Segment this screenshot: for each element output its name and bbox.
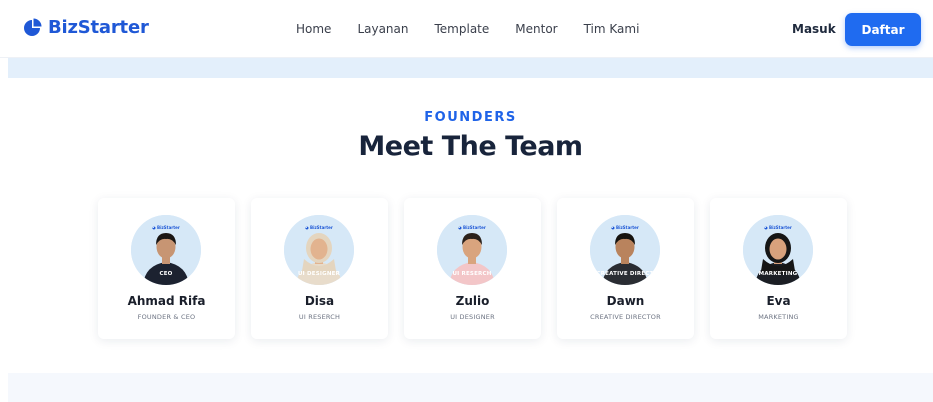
svg-text:◕ BizStarter: ◕ BizStarter: [305, 225, 333, 230]
member-name: Zulio: [455, 294, 490, 308]
login-link[interactable]: Masuk: [792, 22, 836, 36]
nav-link-mentor[interactable]: Mentor: [515, 22, 557, 36]
member-name: Eva: [766, 294, 791, 308]
svg-text:◕ BizStarter: ◕ BizStarter: [611, 225, 639, 230]
avatar-role-badge: UI DESIGNER: [297, 271, 341, 277]
member-name: Disa: [304, 294, 335, 308]
team-card[interactable]: ◕ BizStarter CREATIVE DIRECT Dawn CREATIV…: [557, 198, 694, 339]
nav-link-layanan[interactable]: Layanan: [357, 22, 408, 36]
hero-banner-strip: [8, 58, 933, 78]
nav-link-tim-kami[interactable]: Tim Kami: [584, 22, 640, 36]
section-eyebrow: FOUNDERS: [424, 110, 517, 125]
avatar: ◕ BizStarter CEO: [131, 215, 201, 285]
signup-button[interactable]: Daftar: [845, 13, 921, 46]
brand-logo[interactable]: BizStarter: [22, 17, 149, 38]
svg-text:◕ BizStarter: ◕ BizStarter: [764, 225, 792, 230]
avatar-role-badge: CEO: [159, 271, 173, 277]
team-card[interactable]: ◕ BizStarter UI DESIGNER Disa UI RESERCH: [251, 198, 388, 339]
svg-text:◕ BizStarter: ◕ BizStarter: [152, 225, 180, 230]
avatar-role-badge: CREATIVE DIRECT: [596, 271, 654, 277]
member-role: FOUNDER & CEO: [137, 313, 196, 321]
member-role: UI DESIGNER: [450, 313, 495, 321]
svg-text:◕ BizStarter: ◕ BizStarter: [458, 225, 486, 230]
member-name: Dawn: [606, 294, 645, 308]
brand-name: BizStarter: [48, 17, 149, 38]
nav-menu: Home Layanan Template Mentor Tim Kami: [296, 22, 665, 36]
team-card[interactable]: ◕ BizStarter CEO Ahmad Rifa FOUNDER & CEO: [98, 198, 235, 339]
member-role: MARKETING: [758, 313, 799, 321]
avatar: ◕ BizStarter CREATIVE DIRECT: [590, 215, 660, 285]
member-role: CREATIVE DIRECTOR: [590, 313, 661, 321]
next-section-strip: [8, 373, 933, 402]
avatar-role-badge: UI RESERCH: [452, 271, 492, 277]
team-card[interactable]: ◕ BizStarter UI RESERCH Zulio UI DESIGNER: [404, 198, 541, 339]
member-name: Ahmad Rifa: [127, 294, 206, 308]
pie-logo-icon: [24, 18, 42, 36]
team-card[interactable]: ◕ BizStarter MARKETING Eva MARKETING: [710, 198, 847, 339]
avatar: ◕ BizStarter UI RESERCH: [437, 215, 507, 285]
avatar: ◕ BizStarter UI DESIGNER: [284, 215, 354, 285]
avatar-role-badge: MARKETING: [758, 271, 798, 277]
section-title: Meet The Team: [358, 131, 583, 162]
top-navbar: BizStarter Home Layanan Template Mentor …: [0, 0, 933, 58]
nav-link-home[interactable]: Home: [296, 22, 331, 36]
avatar: ◕ BizStarter MARKETING: [743, 215, 813, 285]
member-role: UI RESERCH: [298, 313, 341, 321]
nav-link-template[interactable]: Template: [435, 22, 490, 36]
team-grid: ◕ BizStarter CEO Ahmad Rifa FOUNDER & CEO…: [98, 198, 847, 339]
